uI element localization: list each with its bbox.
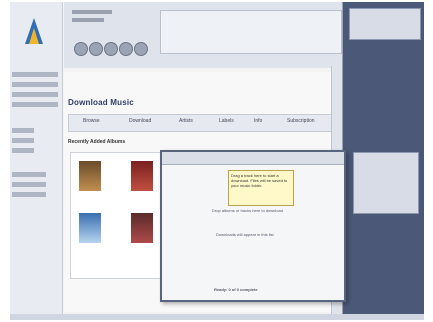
album-cover[interactable] (79, 213, 101, 243)
help-tooltip: Drag a track here to start a download. F… (228, 170, 294, 206)
sidebar-item[interactable] (12, 128, 34, 133)
sidebar-item[interactable] (12, 192, 46, 197)
sidebar-item[interactable] (12, 92, 58, 97)
album-cover[interactable] (79, 161, 101, 191)
tab-artists[interactable]: Artists (179, 118, 193, 124)
page-title: Download Music (68, 98, 134, 107)
now-playing-text (72, 18, 104, 22)
tab-labels[interactable]: Labels (219, 118, 234, 124)
sidebar-item[interactable] (12, 72, 58, 77)
tab-download[interactable]: Download (129, 118, 151, 124)
left-sidebar (10, 2, 63, 317)
sidebar-item[interactable] (12, 102, 58, 107)
album-grid (70, 152, 167, 279)
tab-bar: Browse Download Artists Labels Info Subs… (68, 114, 338, 132)
background-desktop (343, 2, 424, 320)
album-cover[interactable] (131, 161, 153, 191)
now-playing-text (72, 10, 112, 14)
app-logo (25, 18, 43, 44)
album-cover[interactable] (131, 213, 153, 243)
player-toolbar (64, 2, 342, 68)
play-button[interactable] (89, 42, 103, 56)
dialog-footer: Ready: 0 of 0 complete (214, 287, 258, 292)
background-window[interactable] (349, 8, 421, 40)
sidebar-item[interactable] (12, 82, 58, 87)
sidebar-item[interactable] (12, 138, 34, 143)
dialog-titlebar[interactable] (162, 152, 344, 165)
stop-button[interactable] (119, 42, 133, 56)
dialog-text: Drop albums or tracks here to download (212, 208, 283, 213)
playlist-panel[interactable] (160, 10, 342, 54)
sidebar-item[interactable] (12, 172, 46, 177)
section-title: Recently Added Albums (68, 139, 126, 145)
tab-info[interactable]: Info (254, 118, 262, 124)
prev-button[interactable] (74, 42, 88, 56)
desktop-screen: Download Music Browse Download Artists L… (10, 2, 424, 320)
sidebar-item[interactable] (12, 182, 46, 187)
sidebar-item[interactable] (12, 148, 34, 153)
dialog-text: Downloads will appear in this list (216, 232, 274, 237)
pause-button[interactable] (104, 42, 118, 56)
tab-subscription[interactable]: Subscription (287, 118, 315, 124)
taskbar[interactable] (10, 314, 424, 320)
next-button[interactable] (134, 42, 148, 56)
tab-browse[interactable]: Browse (83, 118, 100, 124)
background-window[interactable] (353, 152, 419, 214)
